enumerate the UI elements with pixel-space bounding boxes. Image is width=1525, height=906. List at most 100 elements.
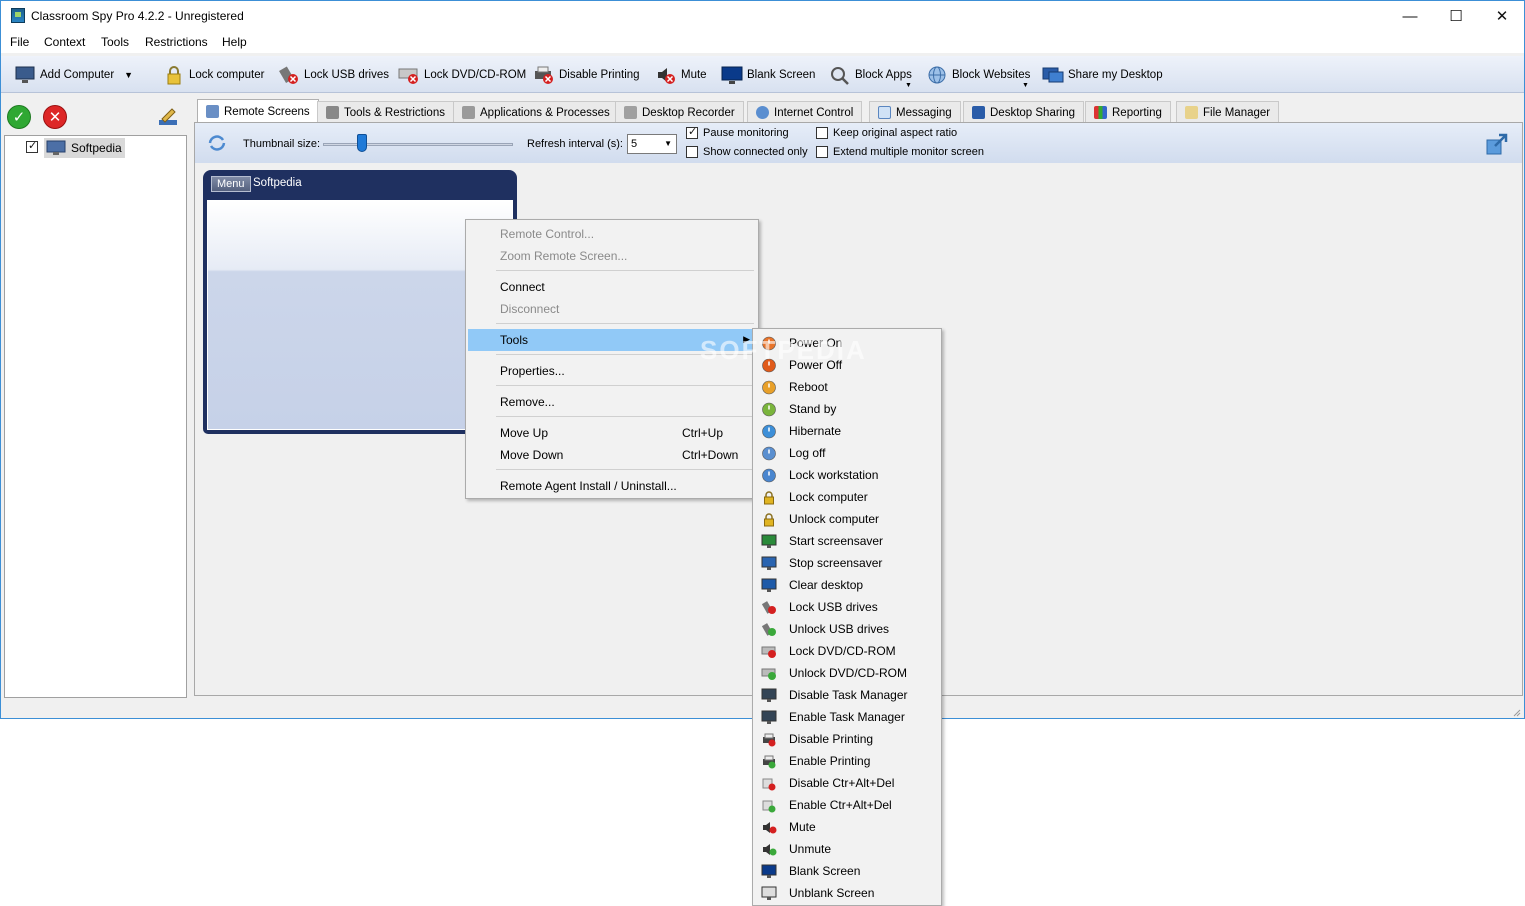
menu-move-up[interactable]: Move Up Ctrl+Up	[468, 422, 756, 444]
tools-submenu-item[interactable]: Lock DVD/CD-ROM	[755, 640, 939, 662]
refresh-interval-select[interactable]: 5 ▼	[627, 134, 677, 154]
tools-submenu-item[interactable]: Unlock DVD/CD-ROM	[755, 662, 939, 684]
keep-aspect-checkbox[interactable]: Keep original aspect ratio	[816, 127, 957, 139]
block-apps-dropdown-icon[interactable]: ▼	[905, 82, 912, 89]
lock-computer-button[interactable]: Lock computer	[163, 62, 264, 88]
menu-remote-agent[interactable]: Remote Agent Install / Uninstall...	[468, 475, 756, 497]
tools-submenu-label: Stand by	[789, 402, 837, 416]
tools-submenu-item[interactable]: Lock workstation	[755, 464, 939, 486]
chevron-down-icon[interactable]: ▼	[124, 70, 133, 80]
block-apps-button[interactable]: Block Apps	[829, 62, 912, 88]
thumbnail-computer-name: Softpedia	[253, 177, 302, 189]
dvd-lock-icon	[761, 646, 776, 658]
tools-submenu-label: Disable Ctr+Alt+Del	[789, 776, 895, 790]
tab-messaging[interactable]: Messaging	[869, 101, 961, 123]
tools-submenu-item[interactable]: Lock computer	[755, 486, 939, 508]
menu-move-down[interactable]: Move Down Ctrl+Down	[468, 444, 756, 466]
tools-submenu-item[interactable]: Clear desktop	[755, 574, 939, 596]
disable-printing-button[interactable]: Disable Printing	[533, 62, 640, 88]
menu-tools[interactable]: Tools	[101, 35, 129, 49]
tools-submenu-item[interactable]: Reboot	[755, 376, 939, 398]
tree-item-computer[interactable]: Softpedia	[44, 138, 125, 158]
pause-monitoring-checkbox[interactable]: Pause monitoring	[686, 125, 789, 139]
tools-submenu-item[interactable]: Mute	[755, 816, 939, 838]
tools-submenu-item[interactable]: Disable Ctr+Alt+Del	[755, 772, 939, 794]
tools-submenu-item[interactable]: Unlock computer	[755, 508, 939, 530]
tools-submenu-item[interactable]: Blank Screen	[755, 860, 939, 882]
tab-label: Reporting	[1112, 106, 1162, 119]
tab-label: Messaging	[896, 106, 952, 119]
disconnect-all-icon[interactable]: ✕	[43, 105, 67, 129]
tab-reporting[interactable]: Reporting	[1085, 101, 1171, 123]
add-computer-button[interactable]: Add Computer ▼	[14, 62, 133, 88]
tab-internet-control[interactable]: Internet Control	[747, 101, 863, 123]
printer-enable-icon	[763, 755, 776, 769]
tools-submenu-item[interactable]: Enable Ctr+Alt+Del	[755, 794, 939, 816]
computer-icon	[15, 66, 35, 83]
tools-submenu-item[interactable]: Start screensaver	[755, 530, 939, 552]
block-websites-dropdown-icon[interactable]: ▼	[1022, 82, 1029, 89]
resize-grip-icon[interactable]	[1511, 707, 1521, 717]
tools-submenu-label: Reboot	[789, 380, 828, 394]
watermark: SOFTPEDIA	[700, 335, 867, 365]
tab-desktop-recorder[interactable]: Desktop Recorder	[615, 101, 744, 123]
block-websites-button[interactable]: Block Websites	[926, 62, 1030, 88]
maximize-button[interactable]: ☐	[1433, 1, 1479, 31]
tools-submenu-item[interactable]: Unmute	[755, 838, 939, 860]
tools-submenu-item[interactable]: Unlock USB drives	[755, 618, 939, 640]
slider-thumb[interactable]	[357, 134, 367, 152]
standby-icon	[762, 402, 776, 417]
share-desktop-button[interactable]: Share my Desktop	[1042, 62, 1163, 88]
clear-desktop-icon	[761, 578, 777, 592]
stop-screensaver-icon	[761, 556, 777, 570]
softpedia-checkbox[interactable]	[26, 139, 38, 156]
menu-zoom-remote-screen[interactable]: Zoom Remote Screen...	[468, 245, 756, 267]
mute-button[interactable]: Mute	[655, 62, 707, 88]
block-websites-label: Block Websites	[952, 69, 1031, 81]
tools-submenu-item[interactable]: Disable Printing	[755, 728, 939, 750]
menu-restrictions[interactable]: Restrictions	[145, 35, 208, 49]
close-button[interactable]: ✕	[1479, 1, 1525, 31]
menu-connect[interactable]: Connect	[468, 276, 756, 298]
thumbnail-size-slider[interactable]	[323, 133, 513, 157]
monitor-icon	[46, 140, 66, 155]
dvd-unlock-icon	[761, 668, 776, 680]
tab-tools-restrictions[interactable]: Tools & Restrictions	[317, 101, 454, 123]
tab-desktop-sharing[interactable]: Desktop Sharing	[963, 101, 1085, 123]
tab-applications-processes[interactable]: Applications & Processes	[453, 101, 619, 123]
menu-move-up-label: Move Up	[500, 426, 549, 440]
tools-submenu-item[interactable]: Hibernate	[755, 420, 939, 442]
minimize-button[interactable]: —	[1387, 1, 1433, 31]
tab-remote-screens[interactable]: Remote Screens	[197, 99, 319, 123]
lock-usb-button[interactable]: Lock USB drives	[278, 62, 389, 88]
tree-item-label: Softpedia	[71, 141, 122, 155]
tools-submenu-item[interactable]: Unblank Screen	[755, 882, 939, 904]
connect-all-icon[interactable]: ✓	[7, 105, 31, 129]
tools-submenu-item[interactable]: Disable Task Manager	[755, 684, 939, 706]
lock-dvd-button[interactable]: Lock DVD/CD-ROM	[398, 62, 526, 88]
refresh-icon[interactable]	[206, 132, 228, 154]
tools-submenu-item[interactable]: Stop screensaver	[755, 552, 939, 574]
edit-list-icon[interactable]	[157, 106, 179, 128]
tools-submenu-item[interactable]: Log off	[755, 442, 939, 464]
tab-file-manager[interactable]: File Manager	[1176, 101, 1280, 123]
blank-screen-button[interactable]: Blank Screen	[721, 62, 815, 88]
menu-file[interactable]: File	[10, 35, 29, 49]
extend-monitor-checkbox[interactable]: Extend multiple monitor screen	[816, 146, 984, 158]
tools-submenu-item[interactable]: Enable Printing	[755, 750, 939, 772]
menu-remove[interactable]: Remove...	[468, 391, 756, 413]
tools-submenu-item[interactable]: Lock USB drives	[755, 596, 939, 618]
menu-context[interactable]: Context	[44, 35, 85, 49]
tools-submenu-label: Enable Ctr+Alt+Del	[789, 798, 892, 812]
show-connected-label: Show connected only	[703, 146, 808, 158]
show-connected-checkbox[interactable]: Show connected only	[686, 146, 808, 158]
tools-submenu-item[interactable]: Stand by	[755, 398, 939, 420]
menu-disconnect[interactable]: Disconnect	[468, 298, 756, 320]
menu-help[interactable]: Help	[222, 35, 247, 49]
tools-submenu-item[interactable]: Enable Task Manager	[755, 706, 939, 728]
menu-remote-control[interactable]: Remote Control...	[468, 223, 756, 245]
popout-icon[interactable]	[1485, 132, 1509, 156]
thumbnail-menu-button[interactable]: Menu	[211, 176, 251, 192]
tab-label: Internet Control	[774, 106, 854, 119]
tools-submenu-label: Lock workstation	[789, 468, 879, 482]
